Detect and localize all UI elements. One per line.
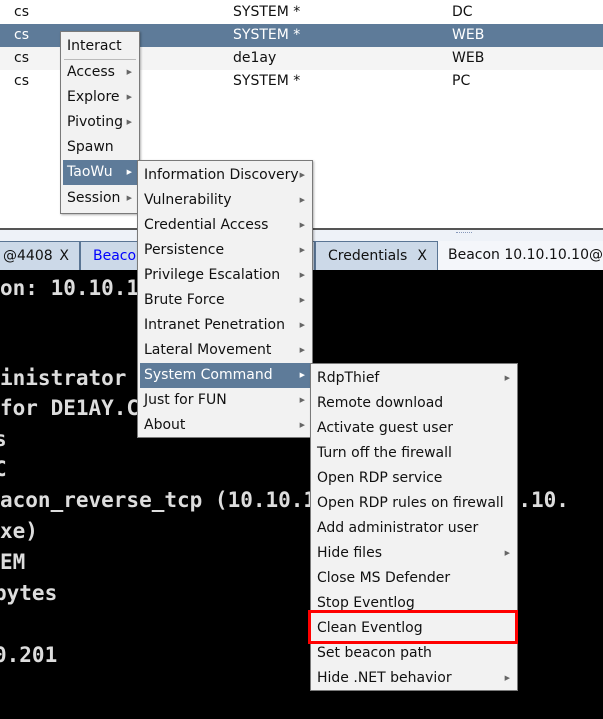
menu-item-hide-files[interactable]: Hide files ▶: [313, 541, 515, 566]
console-line: C: [0, 457, 7, 481]
menu-item-interact[interactable]: Interact: [63, 34, 137, 59]
console-line: xe): [0, 519, 38, 543]
menu-item-open-rdp-service[interactable]: Open RDP service: [313, 466, 515, 491]
console-line: inistrator 1: [0, 366, 152, 390]
menu-item-pivoting[interactable]: Pivoting ▶: [63, 110, 137, 135]
menu-item-lateral-movement[interactable]: Lateral Movement ▶: [140, 338, 310, 363]
highlight-box: [308, 610, 518, 644]
menu-item-activate-guest-user[interactable]: Activate guest user: [313, 416, 515, 441]
tab-beacon-10-10-10-10[interactable]: Beacon 10.10.10.10@: [438, 241, 603, 271]
submenu-arrow-icon: ▶: [126, 93, 132, 101]
submenu-arrow-icon: ▶: [126, 168, 132, 176]
submenu-arrow-icon: ▶: [504, 674, 510, 682]
menu-item-explore[interactable]: Explore ▶: [63, 85, 137, 110]
submenu-arrow-icon: ▶: [299, 246, 305, 254]
console-line: bytes: [0, 581, 58, 605]
menu-item-brute-force[interactable]: Brute Force ▶: [140, 288, 310, 313]
menu-item-system-command[interactable]: System Command ▶: [140, 363, 310, 388]
tab-session-4408[interactable]: @4408 X: [0, 241, 80, 271]
close-icon[interactable]: X: [417, 242, 427, 270]
menu-item-turn-off-the-firewall[interactable]: Turn off the firewall: [313, 441, 515, 466]
console-line: EM: [0, 550, 26, 574]
menu-item-information-discovery[interactable]: Information Discovery ▶: [140, 163, 310, 188]
menu-item-credential-access[interactable]: Credential Access ▶: [140, 213, 310, 238]
console-line: s: [0, 427, 7, 451]
menu-item-remote-download[interactable]: Remote download: [313, 391, 515, 416]
grip-icon: [456, 232, 472, 235]
submenu-arrow-icon: ▶: [299, 196, 305, 204]
menu-separator: [64, 59, 136, 60]
submenu-arrow-icon: ▶: [299, 221, 305, 229]
menu-item-taowu[interactable]: TaoWu ▶: [63, 160, 137, 185]
table-row[interactable]: cs SYSTEM * DC: [0, 1, 603, 24]
menu-item-just-for-fun[interactable]: Just for FUN ▶: [140, 388, 310, 413]
menu-item-session[interactable]: Session ▶: [63, 186, 137, 211]
menu-item-add-administrator-user[interactable]: Add administrator user: [313, 516, 515, 541]
menu-item-open-rdp-rules-on-firewall[interactable]: Open RDP rules on firewall: [313, 491, 515, 516]
tab-credentials[interactable]: Credentials X: [315, 241, 438, 271]
submenu-arrow-icon: ▶: [299, 421, 305, 429]
menu-item-access[interactable]: Access ▶: [63, 60, 137, 85]
taowu-submenu: Information Discovery ▶ Vulnerability ▶ Cred…: [137, 160, 313, 438]
menu-item-hide-net-behavior[interactable]: Hide .NET behavior ▶: [313, 666, 515, 691]
menu-item-persistence[interactable]: Persistence ▶: [140, 238, 310, 263]
menu-item-set-beacon-path[interactable]: Set beacon path: [313, 641, 515, 666]
menu-item-vulnerability[interactable]: Vulnerability ▶: [140, 188, 310, 213]
submenu-arrow-icon: ▶: [504, 549, 510, 557]
submenu-arrow-icon: ▶: [126, 194, 132, 202]
submenu-arrow-icon: ▶: [504, 374, 510, 382]
submenu-arrow-icon: ▶: [299, 371, 305, 379]
submenu-arrow-icon: ▶: [126, 68, 132, 76]
menu-item-intranet-penetration[interactable]: Intranet Penetration ▶: [140, 313, 310, 338]
submenu-arrow-icon: ▶: [299, 171, 305, 179]
menu-item-about[interactable]: About ▶: [140, 413, 310, 438]
submenu-arrow-icon: ▶: [299, 396, 305, 404]
context-menu: Interact Access ▶ Explore ▶ Pivoting ▶ Spawn Tao…: [60, 31, 140, 214]
menu-item-rdpthief[interactable]: RdpThief ▶: [313, 366, 515, 391]
submenu-arrow-icon: ▶: [126, 118, 132, 126]
console-line: 0.201: [0, 643, 58, 667]
submenu-arrow-icon: ▶: [299, 271, 305, 279]
menu-item-close-ms-defender[interactable]: Close MS Defender: [313, 566, 515, 591]
submenu-arrow-icon: ▶: [299, 296, 305, 304]
menu-item-privilege-escalation[interactable]: Privilege Escalation ▶: [140, 263, 310, 288]
close-icon[interactable]: X: [59, 242, 69, 270]
submenu-arrow-icon: ▶: [299, 321, 305, 329]
menu-item-spawn[interactable]: Spawn: [63, 135, 137, 160]
submenu-arrow-icon: ▶: [299, 346, 305, 354]
